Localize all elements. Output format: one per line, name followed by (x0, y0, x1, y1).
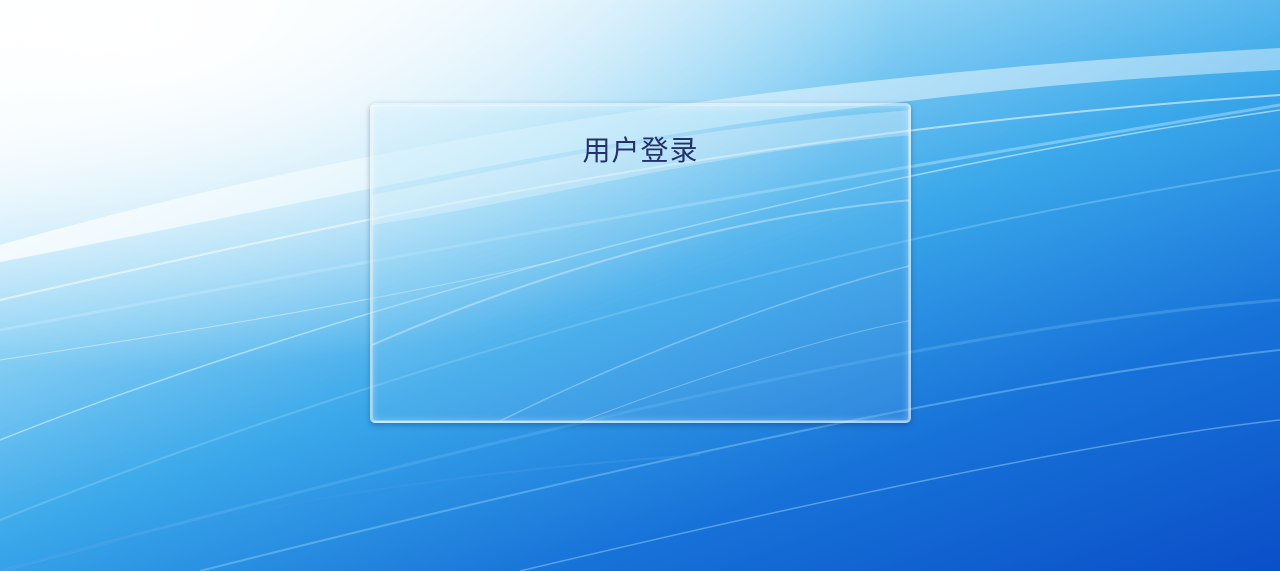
login-panel: 用户登录 (370, 103, 911, 423)
login-title: 用户登录 (582, 134, 699, 167)
